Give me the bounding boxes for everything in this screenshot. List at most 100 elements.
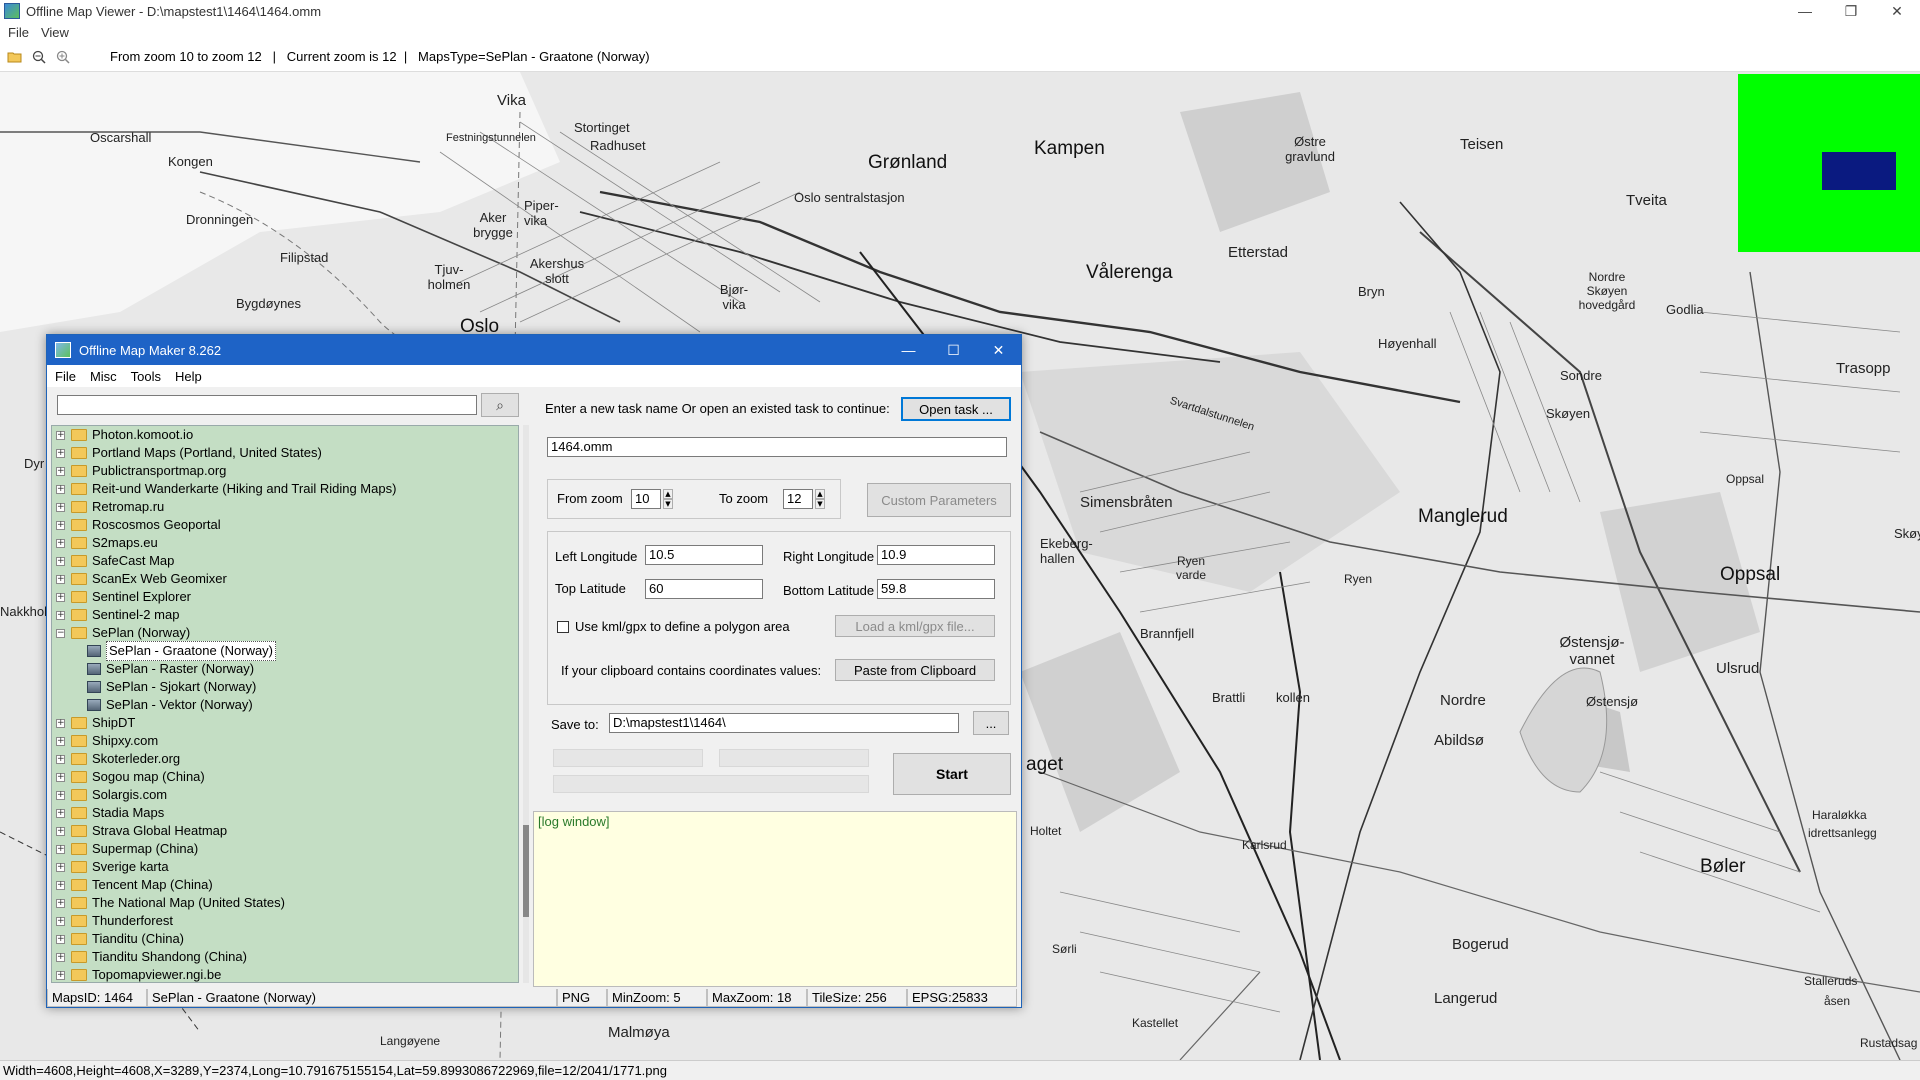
tree-folder-item[interactable]: + Strava Global Heatmap bbox=[52, 822, 518, 840]
expand-icon[interactable]: + bbox=[56, 610, 65, 620]
menu-view[interactable]: View bbox=[41, 25, 69, 40]
save-path-input[interactable]: D:\mapstest1\1464\ bbox=[609, 713, 959, 733]
tree-map-item[interactable]: SePlan - Graatone (Norway) bbox=[52, 641, 518, 661]
tree-folder-item[interactable]: + Portland Maps (Portland, United States) bbox=[52, 444, 518, 462]
task-name-input[interactable]: 1464.omm bbox=[547, 437, 1007, 457]
tree-folder-item[interactable]: + Supermap (China) bbox=[52, 840, 518, 858]
map-source-tree[interactable]: + Photon.komoot.io + Portland Maps (Portlan… bbox=[51, 425, 519, 983]
expand-icon[interactable]: + bbox=[56, 430, 65, 440]
expand-icon[interactable]: + bbox=[56, 772, 65, 782]
maximize-button[interactable]: ❐ bbox=[1828, 0, 1874, 22]
use-kml-checkbox[interactable] bbox=[557, 621, 569, 633]
dialog-maximize-button[interactable]: ☐ bbox=[931, 335, 976, 365]
minimap-viewport[interactable] bbox=[1822, 152, 1896, 190]
minimap[interactable] bbox=[1738, 74, 1920, 252]
dialog-minimize-button[interactable]: — bbox=[886, 335, 931, 365]
expand-icon[interactable]: + bbox=[56, 808, 65, 818]
left-longitude-input[interactable]: 10.5 bbox=[645, 545, 763, 565]
load-kml-button[interactable]: Load a kml/gpx file... bbox=[835, 615, 995, 637]
dialog-close-button[interactable]: ✕ bbox=[976, 335, 1021, 365]
expand-icon[interactable]: + bbox=[56, 466, 65, 476]
paste-clipboard-button[interactable]: Paste from Clipboard bbox=[835, 659, 995, 681]
tree-folder-item[interactable]: + Tianditu (China) bbox=[52, 930, 518, 948]
tree-folder-item[interactable]: + Reit-und Wanderkarte (Hiking and Trail … bbox=[52, 480, 518, 498]
expand-icon[interactable]: + bbox=[56, 916, 65, 926]
close-button[interactable]: ✕ bbox=[1874, 0, 1920, 22]
tree-scrollbar-thumb[interactable] bbox=[523, 825, 529, 917]
menu-file[interactable]: File bbox=[8, 25, 29, 40]
tree-folder-item[interactable]: + Photon.komoot.io bbox=[52, 426, 518, 444]
to-zoom-spinner[interactable]: ▲ ▼ bbox=[815, 489, 825, 509]
expand-icon[interactable]: + bbox=[56, 754, 65, 764]
expand-icon[interactable]: + bbox=[56, 844, 65, 854]
tree-scrollbar[interactable] bbox=[523, 425, 529, 983]
expand-icon[interactable]: + bbox=[56, 862, 65, 872]
from-zoom-spinner[interactable]: ▲ ▼ bbox=[663, 489, 673, 509]
expand-icon[interactable]: + bbox=[56, 574, 65, 584]
tree-folder-item[interactable]: + Shipxy.com bbox=[52, 732, 518, 750]
expand-icon[interactable]: + bbox=[56, 736, 65, 746]
map-search-input[interactable] bbox=[57, 395, 477, 415]
tree-folder-item[interactable]: + Thunderforest bbox=[52, 912, 518, 930]
expand-icon[interactable]: + bbox=[56, 718, 65, 728]
expand-icon[interactable]: + bbox=[56, 556, 65, 566]
to-zoom-input[interactable]: 12 bbox=[783, 489, 813, 509]
zoom-out-icon[interactable] bbox=[30, 48, 48, 66]
tree-map-item[interactable]: SePlan - Raster (Norway) bbox=[52, 660, 518, 678]
top-latitude-input[interactable]: 60 bbox=[645, 579, 763, 599]
expand-icon[interactable]: + bbox=[56, 934, 65, 944]
tree-folder-item[interactable]: + Sverige karta bbox=[52, 858, 518, 876]
spinner-down-icon[interactable]: ▼ bbox=[815, 499, 825, 509]
tree-folder-item[interactable]: + ScanEx Web Geomixer bbox=[52, 570, 518, 588]
dialog-titlebar[interactable]: Offline Map Maker 8.262 — ☐ ✕ bbox=[47, 335, 1021, 365]
dialog-menu-tools[interactable]: Tools bbox=[131, 369, 161, 384]
custom-parameters-button[interactable]: Custom Parameters bbox=[867, 483, 1011, 517]
spinner-down-icon[interactable]: ▼ bbox=[663, 499, 673, 509]
spinner-up-icon[interactable]: ▲ bbox=[663, 489, 673, 499]
tree-map-item[interactable]: SePlan - Sjokart (Norway) bbox=[52, 678, 518, 696]
zoom-in-icon[interactable] bbox=[54, 48, 72, 66]
start-button[interactable]: Start bbox=[893, 753, 1011, 795]
expand-icon[interactable]: + bbox=[56, 790, 65, 800]
tree-folder-item[interactable]: + Stadia Maps bbox=[52, 804, 518, 822]
expand-icon[interactable]: + bbox=[56, 826, 65, 836]
expand-icon[interactable]: + bbox=[56, 448, 65, 458]
minimize-button[interactable]: — bbox=[1782, 0, 1828, 22]
expand-icon[interactable]: + bbox=[56, 502, 65, 512]
tree-folder-item[interactable]: + Skoterleder.org bbox=[52, 750, 518, 768]
dialog-menu-help[interactable]: Help bbox=[175, 369, 202, 384]
tree-folder-item[interactable]: + Retromap.ru bbox=[52, 498, 518, 516]
tree-folder-item[interactable]: + Roscosmos Geoportal bbox=[52, 516, 518, 534]
tree-folder-item[interactable]: + Sentinel Explorer bbox=[52, 588, 518, 606]
expand-icon[interactable]: + bbox=[56, 970, 65, 980]
open-folder-icon[interactable] bbox=[6, 48, 24, 66]
collapse-icon[interactable]: − bbox=[56, 628, 65, 638]
tree-folder-item[interactable]: + Topomapviewer.ngi.be bbox=[52, 966, 518, 982]
from-zoom-input[interactable]: 10 bbox=[631, 489, 661, 509]
tree-folder-item[interactable]: − SePlan (Norway) bbox=[52, 624, 518, 642]
tree-folder-item[interactable]: + S2maps.eu bbox=[52, 534, 518, 552]
right-longitude-input[interactable]: 10.9 bbox=[877, 545, 995, 565]
tree-folder-item[interactable]: + Tianditu Shandong (China) bbox=[52, 948, 518, 966]
expand-icon[interactable]: + bbox=[56, 538, 65, 548]
bottom-latitude-input[interactable]: 59.8 bbox=[877, 579, 995, 599]
tree-folder-item[interactable]: + ShipDT bbox=[52, 714, 518, 732]
tree-folder-item[interactable]: + Sentinel-2 map bbox=[52, 606, 518, 624]
tree-folder-item[interactable]: + SafeCast Map bbox=[52, 552, 518, 570]
tree-folder-item[interactable]: + The National Map (United States) bbox=[52, 894, 518, 912]
dialog-menu-misc[interactable]: Misc bbox=[90, 369, 117, 384]
tree-folder-item[interactable]: + Sogou map (China) bbox=[52, 768, 518, 786]
log-window[interactable]: [log window] bbox=[533, 811, 1017, 987]
tree-folder-item[interactable]: + Tencent Map (China) bbox=[52, 876, 518, 894]
browse-button[interactable]: ... bbox=[973, 711, 1009, 735]
expand-icon[interactable]: + bbox=[56, 880, 65, 890]
dialog-menu-file[interactable]: File bbox=[55, 369, 76, 384]
log-scrollbar[interactable] bbox=[1017, 811, 1021, 987]
expand-icon[interactable]: + bbox=[56, 952, 65, 962]
expand-icon[interactable]: + bbox=[56, 592, 65, 602]
tree-folder-item[interactable]: + Solargis.com bbox=[52, 786, 518, 804]
spinner-up-icon[interactable]: ▲ bbox=[815, 489, 825, 499]
expand-icon[interactable]: + bbox=[56, 520, 65, 530]
tree-map-item[interactable]: SePlan - Vektor (Norway) bbox=[52, 696, 518, 714]
search-button[interactable]: ⌕ bbox=[481, 393, 519, 417]
